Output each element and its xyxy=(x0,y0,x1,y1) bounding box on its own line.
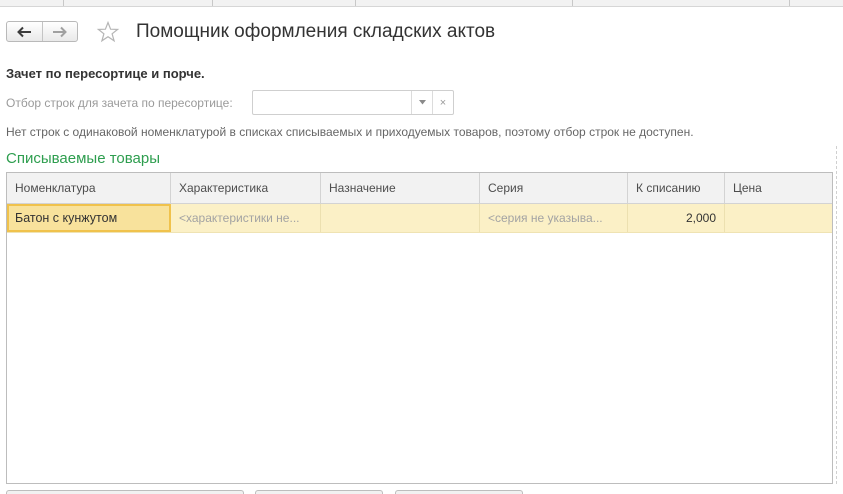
cell-purpose[interactable] xyxy=(321,204,480,232)
filter-select-field[interactable]: × xyxy=(252,90,454,115)
bottom-button[interactable] xyxy=(6,490,244,494)
back-button[interactable] xyxy=(7,22,42,41)
arrow-left-icon xyxy=(17,26,32,37)
tab-divider xyxy=(789,0,790,6)
cell-characteristic[interactable]: <характеристики не... xyxy=(171,204,321,232)
tab-divider xyxy=(212,0,213,6)
write-off-goods-table[interactable]: Номенклатура Характеристика Назначение С… xyxy=(6,172,833,484)
filter-label: Отбор строк для зачета по пересортице: xyxy=(6,96,233,110)
page-title: Помощник оформления складских актов xyxy=(136,21,496,42)
cell-nomenclature[interactable]: Батон с кунжутом xyxy=(7,204,171,232)
column-header-characteristic[interactable]: Характеристика xyxy=(171,173,321,203)
star-icon[interactable] xyxy=(96,20,120,44)
tab-divider xyxy=(63,0,64,6)
bottom-button[interactable] xyxy=(395,490,523,494)
bottom-button[interactable] xyxy=(255,490,383,494)
navigation-buttons xyxy=(6,21,78,42)
tab-divider xyxy=(572,0,573,6)
tab-divider xyxy=(355,0,356,6)
section-heading: Зачет по пересортице и порче. xyxy=(6,66,205,81)
clear-button[interactable]: × xyxy=(432,91,453,114)
column-header-purpose[interactable]: Назначение xyxy=(321,173,480,203)
chevron-down-icon xyxy=(418,100,426,105)
right-edge-divider xyxy=(836,146,838,484)
cell-price[interactable] xyxy=(725,204,832,232)
column-header-to-write-off[interactable]: К списанию xyxy=(628,173,725,203)
info-note: Нет строк с одинаковой номенклатурой в с… xyxy=(6,125,694,139)
dropdown-button[interactable] xyxy=(411,91,432,114)
table-header: Номенклатура Характеристика Назначение С… xyxy=(7,173,832,204)
table-row[interactable]: Батон с кунжутом <характеристики не... <… xyxy=(7,204,832,233)
forward-button[interactable] xyxy=(41,22,78,41)
close-icon: × xyxy=(439,96,447,109)
column-header-nomenclature[interactable]: Номенклатура xyxy=(7,173,171,203)
column-header-series[interactable]: Серия xyxy=(480,173,628,203)
cell-series[interactable]: <серия не указыва... xyxy=(480,204,628,232)
column-header-price[interactable]: Цена xyxy=(725,173,832,203)
group-title: Списываемые товары xyxy=(6,150,161,167)
cell-to-write-off[interactable]: 2,000 xyxy=(628,204,725,232)
arrow-right-icon xyxy=(52,26,67,37)
top-tab-strip xyxy=(0,0,843,7)
